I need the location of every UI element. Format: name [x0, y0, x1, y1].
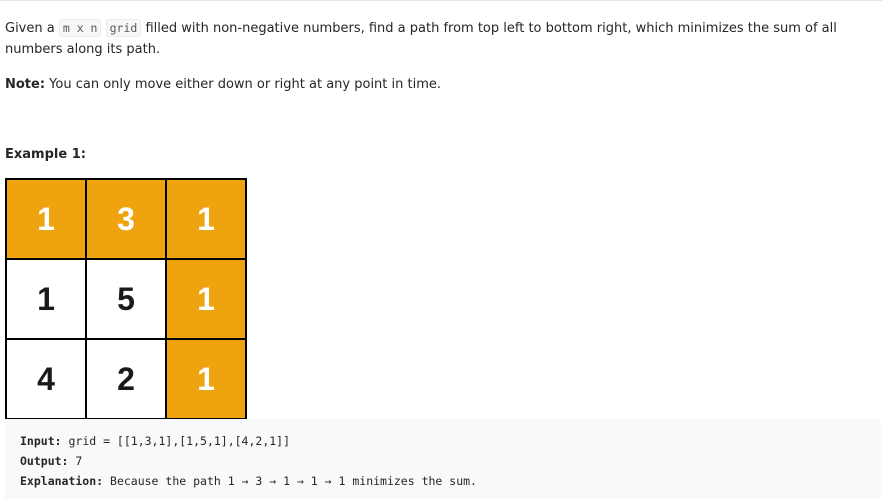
grid-cell-r2-c0: 4: [7, 340, 85, 418]
intro-text-between: [101, 21, 105, 36]
example-grid-image: 1 3 1 1 5 1 4 2 1: [5, 178, 247, 420]
note-text: You can only move either down or right a…: [45, 77, 442, 92]
output-line: Output: 7: [20, 451, 866, 471]
grid-cell-r1-c0: 1: [7, 260, 85, 338]
grid-cell-r2-c1: 2: [87, 340, 165, 418]
intro-text-before: Given a: [5, 21, 59, 36]
note-label: Note:: [5, 77, 46, 92]
output-label: Output:: [20, 454, 69, 468]
input-line: Input: grid = [[1,3,1],[1,5,1],[4,2,1]]: [20, 431, 866, 451]
problem-description: Given a m x n grid filled with non-negat…: [5, 18, 865, 60]
grid-cell-r0-c1: 3: [87, 180, 165, 258]
explanation-label: Explanation:: [20, 474, 104, 488]
example-code-block: Input: grid = [[1,3,1],[1,5,1],[4,2,1]] …: [5, 419, 881, 499]
grid-cell-r2-c2: 1: [167, 340, 245, 418]
inline-code-dims: m x n: [58, 19, 102, 37]
top-divider: [0, 0, 882, 1]
grid-cell-r0-c2: 1: [167, 180, 245, 258]
grid-cell-r1-c1: 5: [87, 260, 165, 338]
explanation-line: Explanation: Because the path 1 → 3 → 1 …: [20, 471, 866, 491]
inline-code-grid: grid: [105, 19, 142, 37]
explanation-value: Because the path 1 → 3 → 1 → 1 → 1 minim…: [103, 474, 477, 488]
output-value: 7: [68, 454, 83, 468]
grid-cell-r0-c0: 1: [7, 180, 85, 258]
example-title: Example 1:: [5, 147, 86, 162]
input-value: grid = [[1,3,1],[1,5,1],[4,2,1]]: [61, 434, 291, 448]
grid-cell-r1-c2: 1: [167, 260, 245, 338]
note-paragraph: Note: You can only move either down or r…: [5, 74, 865, 95]
input-label: Input:: [20, 434, 62, 448]
